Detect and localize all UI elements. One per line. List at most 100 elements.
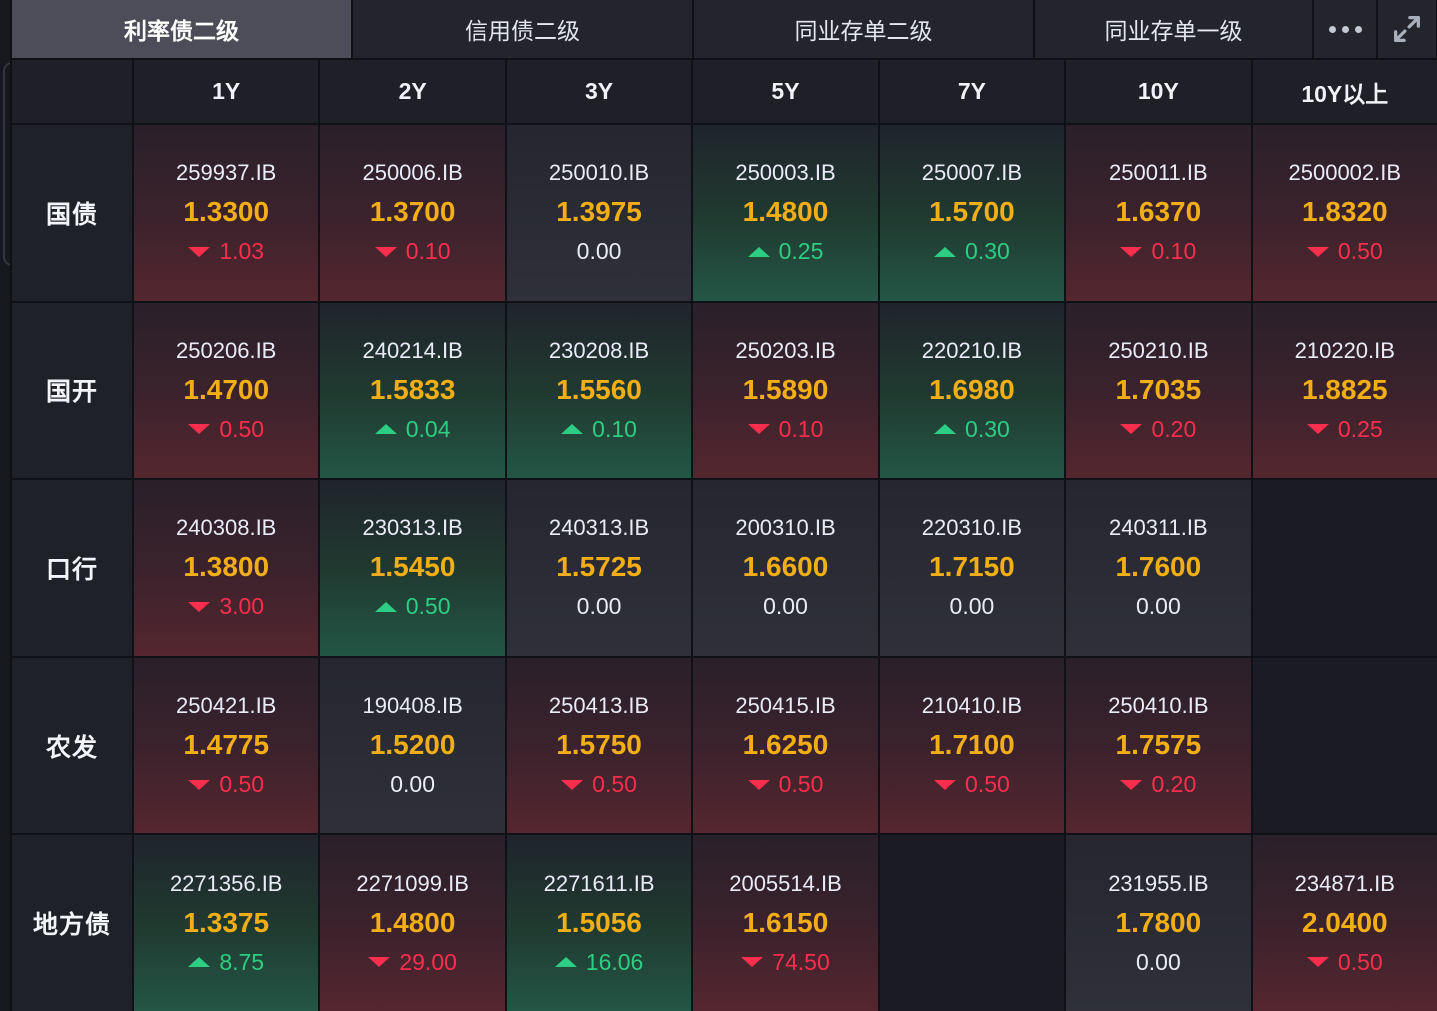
change-value: 0.30 xyxy=(965,238,1010,265)
change-value: 0.50 xyxy=(1338,238,1383,265)
bond-cell[interactable]: 210220.IB 1.8825 0.25 xyxy=(1253,303,1437,479)
bond-change: 0.50 xyxy=(934,771,1010,798)
bond-code: 250210.IB xyxy=(1108,338,1208,364)
bond-code: 2500002.IB xyxy=(1289,160,1402,186)
change-value: 0.00 xyxy=(1136,949,1181,976)
bond-cell[interactable]: 230313.IB1.54500.50 xyxy=(320,480,504,656)
down-arrow-icon xyxy=(741,957,763,967)
change-value: 0.50 xyxy=(406,593,451,620)
up-arrow-icon xyxy=(934,247,956,257)
tab-3[interactable]: 同业存单二级 xyxy=(694,0,1033,58)
bond-change: 8.75 xyxy=(188,949,264,976)
bond-cell[interactable]: 2271099.IB1.480029.00 xyxy=(320,835,504,1011)
change-value: 1.03 xyxy=(219,238,264,265)
bond-code: 250206.IB xyxy=(176,338,276,364)
bond-change: 0.10 xyxy=(1120,238,1196,265)
tab-4[interactable]: 同业存单一级 xyxy=(1035,0,1312,58)
tab-bar: 利率债二级信用债二级同业存单二级同业存单一级 xyxy=(12,0,1437,60)
bond-code: 259937.IB xyxy=(176,160,276,186)
bond-cell[interactable]: 250003.IB1.48000.25 xyxy=(693,125,877,301)
bond-cell[interactable]: 240308.IB1.38003.00 xyxy=(134,480,318,656)
bond-cell[interactable]: 250413.IB1.57500.50 xyxy=(507,658,691,834)
bond-code: 210220.IB xyxy=(1295,338,1395,364)
bond-cell[interactable]: 240311.IB1.76000.00 xyxy=(1066,480,1250,656)
bond-cell[interactable]: 250010.IB1.39750.00 xyxy=(507,125,691,301)
up-arrow-icon xyxy=(561,424,583,434)
bond-cell[interactable]: 2271611.IB1.505616.06 xyxy=(507,835,691,1011)
change-value: 0.30 xyxy=(965,416,1010,443)
bond-cell[interactable]: 250007.IB1.57000.30 xyxy=(880,125,1064,301)
bond-change: 0.50 xyxy=(375,593,451,620)
change-value: 0.04 xyxy=(406,416,451,443)
bond-cell[interactable]: 200310.IB1.66000.00 xyxy=(693,480,877,656)
up-arrow-icon xyxy=(934,424,956,434)
bond-code: 250421.IB xyxy=(176,693,276,719)
bond-code: 210410.IB xyxy=(922,693,1022,719)
bond-cell[interactable]: 231955.IB1.78000.00 xyxy=(1066,835,1250,1011)
change-value: 74.50 xyxy=(772,949,830,976)
bond-code: 234871.IB xyxy=(1295,871,1395,897)
bond-cell[interactable]: 250011.IB1.63700.10 xyxy=(1066,125,1250,301)
expand-button[interactable] xyxy=(1378,0,1436,58)
bond-cell[interactable]: 210410.IB1.71000.50 xyxy=(880,658,1064,834)
tab-1[interactable]: 利率债二级 xyxy=(12,0,351,58)
bond-code: 240311.IB xyxy=(1109,515,1208,541)
bond-cell[interactable]: 250421.IB1.47750.50 xyxy=(134,658,318,834)
row-label-1: 国债 xyxy=(12,125,132,301)
bond-cell[interactable]: 2271356.IB1.33758.75 xyxy=(134,835,318,1011)
column-header-1: 1Y xyxy=(134,60,318,123)
column-header-7: 10Y以上 xyxy=(1253,60,1437,123)
bond-change: 0.50 xyxy=(561,771,637,798)
bond-cell[interactable]: 259937.IB1.33001.03 xyxy=(134,125,318,301)
down-arrow-icon xyxy=(1307,957,1329,967)
column-header-5: 7Y xyxy=(880,60,1064,123)
column-header-2: 2Y xyxy=(320,60,504,123)
bond-yield: 1.7575 xyxy=(1116,729,1202,761)
column-header-6: 10Y xyxy=(1066,60,1250,123)
change-value: 0.10 xyxy=(406,238,451,265)
bond-code: 2271099.IB xyxy=(356,871,469,897)
bond-cell[interactable]: 250006.IB1.37000.10 xyxy=(320,125,504,301)
bond-change: 0.25 xyxy=(1307,416,1383,443)
bond-cell[interactable]: 240313.IB1.57250.00 xyxy=(507,480,691,656)
bond-cell[interactable]: 220310.IB1.71500.00 xyxy=(880,480,1064,656)
bond-yield: 1.8825 xyxy=(1302,374,1388,406)
bond-cell[interactable]: 250206.IB1.47000.50 xyxy=(134,303,318,479)
down-arrow-icon xyxy=(1307,424,1329,434)
bond-cell xyxy=(880,835,1064,1011)
bond-cell[interactable]: 240214.IB1.58330.04 xyxy=(320,303,504,479)
bond-cell[interactable]: 234871.IB2.04000.50 xyxy=(1253,835,1437,1011)
bond-code: 220210.IB xyxy=(922,338,1022,364)
bond-market-panel: 利率债二级信用债二级同业存单二级同业存单一级 1Y2Y3Y5Y7Y10Y10Y以… xyxy=(0,0,1437,1011)
down-arrow-icon xyxy=(561,780,583,790)
up-arrow-icon xyxy=(375,602,397,612)
down-arrow-icon xyxy=(1120,247,1142,257)
change-value: 0.10 xyxy=(592,416,637,443)
bond-cell[interactable]: 230208.IB1.55600.10 xyxy=(507,303,691,479)
bond-change: 0.00 xyxy=(763,593,808,620)
bond-cell[interactable]: 190408.IB1.52000.00 xyxy=(320,658,504,834)
bond-cell[interactable]: 220210.IB1.69800.30 xyxy=(880,303,1064,479)
change-value: 0.50 xyxy=(965,771,1010,798)
bond-cell[interactable]: 250210.IB1.70350.20 xyxy=(1066,303,1250,479)
down-arrow-icon xyxy=(748,424,770,434)
tab-2[interactable]: 信用债二级 xyxy=(353,0,692,58)
bond-cell[interactable]: 250203.IB1.58900.10 xyxy=(693,303,877,479)
bond-yield: 1.5560 xyxy=(556,374,642,406)
bond-yield: 1.6370 xyxy=(1116,196,1202,228)
down-arrow-icon xyxy=(188,602,210,612)
more-icon xyxy=(1329,26,1362,33)
bond-cell[interactable]: 250410.IB1.75750.20 xyxy=(1066,658,1250,834)
bond-cell[interactable]: 2500002.IB1.83200.50 xyxy=(1253,125,1437,301)
bond-change: 0.10 xyxy=(561,416,637,443)
column-header-3: 3Y xyxy=(507,60,691,123)
bond-yield: 1.5700 xyxy=(929,196,1015,228)
bond-cell[interactable]: 2005514.IB1.615074.50 xyxy=(693,835,877,1011)
column-header-4: 5Y xyxy=(693,60,877,123)
bond-cell[interactable]: 250415.IB1.62500.50 xyxy=(693,658,877,834)
row-label-5: 地方债 xyxy=(12,835,132,1011)
bond-yield: 1.5725 xyxy=(556,551,642,583)
bond-code: 250003.IB xyxy=(735,160,835,186)
more-tabs-button[interactable] xyxy=(1314,0,1376,58)
change-value: 29.00 xyxy=(399,949,457,976)
